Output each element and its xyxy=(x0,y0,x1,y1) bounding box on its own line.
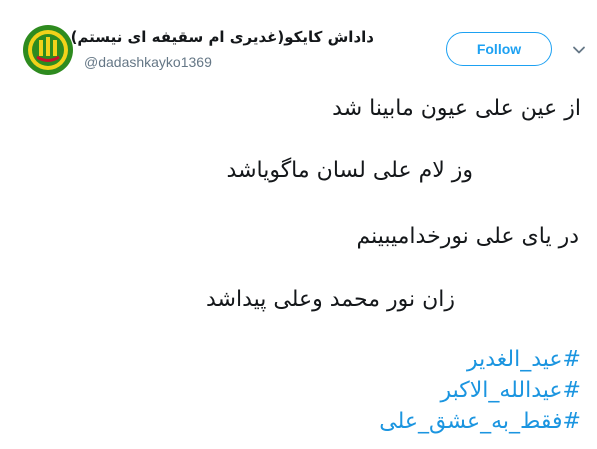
profile-emblem-icon xyxy=(23,25,73,75)
tweet-text-line: از عین علی عیون مابینا شد xyxy=(332,96,581,121)
tweet-text-line: زان نور محمد وعلی پیداشد xyxy=(205,287,455,312)
tweet-text-line: در یای علی نورخدامیبینم xyxy=(356,224,579,249)
author-handle[interactable]: @dadashkayko1369 xyxy=(84,54,212,70)
avatar[interactable] xyxy=(22,24,74,76)
follow-button[interactable]: Follow xyxy=(446,32,552,66)
hashtag-link[interactable]: #فقط_به_عشق_علی xyxy=(379,409,581,434)
tweet-card: داداش کایکو(غدیری ام سقیفه ای نیستم) @da… xyxy=(0,0,597,449)
hashtag-link[interactable]: #عید_الغدیر xyxy=(467,347,581,372)
hashtag-link[interactable]: #عیدالله_الاکبر xyxy=(440,378,581,403)
author-display-name[interactable]: داداش کایکو(غدیری ام سقیفه ای نیستم) xyxy=(71,28,374,46)
tweet-text-line: وز لام علی لسان ماگویاشد xyxy=(226,158,473,183)
chevron-down-icon[interactable] xyxy=(572,42,586,56)
